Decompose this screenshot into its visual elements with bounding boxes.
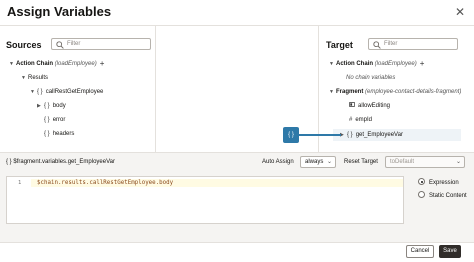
object-braces-icon: { } <box>44 103 50 109</box>
chevron-down-icon: ⌄ <box>326 159 332 165</box>
dialog-footer <box>0 242 474 262</box>
close-icon[interactable]: ✕ <box>455 5 465 19</box>
expression-target-path: { } $fragment.variables.get_EmployeeVar <box>6 159 115 165</box>
panel-divider-left <box>155 26 156 152</box>
target-tree-emp-id[interactable]: # empId <box>349 115 372 125</box>
line-number: 1 <box>18 180 22 186</box>
object-braces-icon: { } <box>44 117 50 123</box>
target-tree-allow-editing[interactable]: allowEditing <box>349 101 390 111</box>
radio-expression[interactable]: Expression <box>418 178 459 188</box>
mapping-connector-line <box>299 134 341 136</box>
add-icon[interactable]: + <box>420 59 425 68</box>
dialog-title: Assign Variables <box>7 4 112 19</box>
sources-title: Sources <box>6 40 42 50</box>
target-title: Target <box>326 40 353 50</box>
sources-tree-headers[interactable]: { } headers <box>44 129 74 139</box>
target-filter-placeholder: Filter <box>384 41 398 47</box>
object-braces-icon: { } <box>44 131 50 137</box>
dialog-header: Assign Variables ✕ <box>0 0 474 26</box>
object-braces-icon: { } <box>37 89 43 95</box>
radio-selected-icon[interactable] <box>418 178 425 185</box>
expand-right-icon[interactable]: ▶ <box>340 130 347 140</box>
expression-code[interactable]: $chain.results.callRestGetEmployee.body <box>37 179 173 187</box>
save-button[interactable]: Save <box>439 245 461 258</box>
boolean-toggle-icon <box>349 101 355 111</box>
search-icon <box>56 41 64 49</box>
sources-filter-placeholder: Filter <box>67 41 81 47</box>
sources-tree-results[interactable]: ▼ Results <box>21 73 48 83</box>
chevron-down-icon: ⌄ <box>455 159 461 165</box>
expand-down-icon[interactable]: ▼ <box>30 87 37 97</box>
object-braces-icon: { } <box>347 132 353 138</box>
search-icon <box>373 41 381 49</box>
number-hash-icon: # <box>349 117 353 123</box>
target-tree-get-employee-var[interactable]: ▶{ } get_EmployeeVar <box>340 130 403 140</box>
sources-tree-body[interactable]: ▶{ } body <box>37 101 66 111</box>
mapping-link-button[interactable]: { } <box>283 127 299 143</box>
reset-target-select[interactable]: toDefault ⌄ <box>385 156 465 168</box>
sources-tree-call-rest[interactable]: ▼{ } callRestGetEmployee <box>30 87 103 97</box>
expand-down-icon[interactable]: ▼ <box>21 73 28 83</box>
radio-unselected-icon[interactable] <box>418 191 425 198</box>
auto-assign-label: Auto Assign <box>262 159 294 165</box>
sources-tree-error[interactable]: { } error <box>44 115 65 125</box>
expression-editor[interactable]: 1 $chain.results.callRestGetEmployee.bod… <box>6 176 404 224</box>
cancel-button[interactable]: Cancel <box>406 245 434 258</box>
expand-down-icon[interactable]: ▼ <box>329 59 336 69</box>
target-filter-input[interactable]: Filter <box>368 38 458 50</box>
add-icon[interactable]: + <box>100 59 105 68</box>
target-tree-no-vars: No chain variables <box>346 75 396 81</box>
auto-assign-select[interactable]: always ⌄ <box>300 156 336 168</box>
sources-filter-input[interactable]: Filter <box>51 38 151 50</box>
reset-target-label: Reset Target <box>344 159 378 165</box>
expand-right-icon[interactable]: ▶ <box>37 101 44 111</box>
radio-static-content[interactable]: Static Content <box>418 191 467 201</box>
expand-down-icon[interactable]: ▼ <box>9 59 16 69</box>
target-tree-fragment[interactable]: ▼ Fragment (employee-contact-details-frag… <box>329 87 461 97</box>
object-braces-icon: { } <box>6 159 12 165</box>
target-tree-action-chain[interactable]: ▼ Action Chain (loadEmployee) + <box>329 59 424 69</box>
expand-down-icon[interactable]: ▼ <box>329 87 336 97</box>
sources-tree-action-chain[interactable]: ▼ Action Chain (loadEmployee) + <box>9 59 104 69</box>
